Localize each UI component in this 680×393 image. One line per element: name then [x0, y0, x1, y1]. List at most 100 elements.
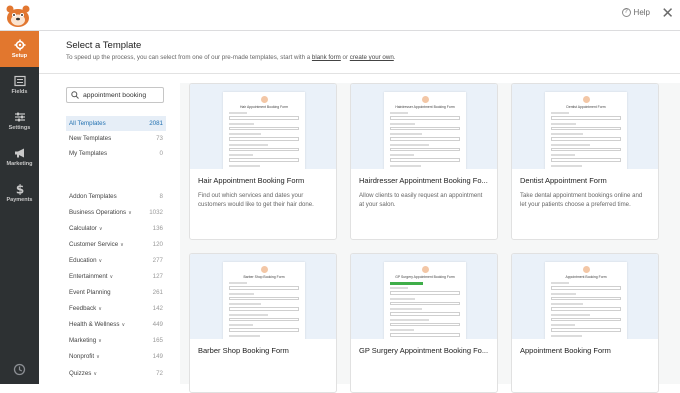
template-grid: Hair Appointment Booking Form Hair Appoin… — [180, 83, 680, 393]
template-name: Appointment Booking Form — [520, 346, 611, 355]
nav-settings[interactable]: Settings — [0, 103, 39, 139]
preview-label-line — [390, 308, 422, 310]
chevron-down-icon[interactable]: ∨ — [99, 226, 103, 232]
category-item[interactable]: Quizzes ∨ 72 — [66, 365, 166, 381]
category-my-templates[interactable]: My Templates 0 — [66, 146, 166, 161]
template-name: Barber Shop Booking Form — [198, 346, 289, 355]
chevron-down-icon[interactable]: ∨ — [121, 322, 125, 328]
preview-input-box — [551, 307, 621, 311]
template-description: Allow clients to easily request an appoi… — [359, 192, 483, 208]
category-label: Education — [69, 256, 97, 264]
preview-label-line — [551, 303, 583, 305]
svg-text:$: $ — [15, 183, 23, 195]
category-label-wrap: Feedback ∨ — [69, 305, 102, 312]
preview-label-line — [551, 324, 575, 326]
chevron-down-icon[interactable]: ∨ — [96, 354, 100, 360]
preview-input-box — [551, 158, 621, 162]
category-item[interactable]: Customer Service ∨ 120 — [66, 236, 166, 252]
preview-label-line — [229, 164, 260, 167]
preview-label-line — [551, 164, 582, 167]
chevron-down-icon[interactable]: ∨ — [98, 338, 102, 344]
template-card[interactable]: Barber Shop Booking Form Barber Shop Book… — [189, 253, 337, 393]
chevron-down-icon[interactable]: ∨ — [99, 258, 103, 264]
preview-input-box — [551, 286, 621, 290]
category-count: 261 — [152, 289, 163, 297]
category-label-wrap: Education ∨ — [69, 257, 102, 264]
preview-input-box — [551, 137, 621, 141]
template-selector: Select a Template To speed up the proces… — [39, 31, 680, 393]
category-list: Addon Templates 8 Business Operations ∨ 1032… — [66, 188, 166, 381]
preview-title: Barber Shop Booking Form — [243, 275, 285, 279]
category-item[interactable]: Calculator ∨ 136 — [66, 220, 166, 236]
nav-fields-label: Fields — [11, 89, 28, 95]
preview-input-box — [551, 296, 621, 300]
category-item[interactable]: Marketing ∨ 165 — [66, 333, 166, 349]
help-label: Help — [633, 8, 650, 17]
category-item[interactable]: Feedback ∨ 142 — [66, 301, 166, 317]
help-icon: ? — [621, 8, 631, 17]
form-logo-icon — [260, 96, 268, 103]
category-item[interactable]: Health & Wellness ∨ 449 — [66, 317, 166, 333]
search-value: appointment booking — [83, 91, 147, 99]
category-label: Entertainment — [69, 273, 108, 281]
chevron-down-icon[interactable]: ∨ — [120, 242, 124, 248]
preview-label-line — [229, 133, 261, 135]
wpforms-bear-logo — [6, 5, 30, 27]
create-your-own-link[interactable]: create your own — [350, 54, 394, 61]
template-search-input[interactable]: appointment booking — [66, 87, 164, 103]
history-icon[interactable] — [13, 363, 26, 376]
nav-setup[interactable]: Setup — [0, 31, 39, 67]
template-name: GP Surgery Appointment Booking Fo... — [359, 346, 489, 355]
category-new-templates[interactable]: New Templates 73 — [66, 131, 166, 146]
preview-title: GP Surgery Appointment Booking Form — [395, 275, 455, 279]
category-item[interactable]: Entertainment ∨ 127 — [66, 268, 166, 284]
builder-sidebar: Setup Fields Settings Marketing $ Paymen… — [0, 31, 39, 384]
chevron-down-icon[interactable]: ∨ — [110, 274, 114, 280]
template-card[interactable]: Appointment Booking Form Appointment Book… — [511, 253, 659, 393]
category-item[interactable]: Education ∨ 277 — [66, 252, 166, 268]
preview-label-line — [551, 282, 569, 284]
help-button[interactable]: ? Help — [621, 8, 650, 17]
category-sidebar: appointment booking All Templates 2081 N… — [66, 87, 166, 381]
close-button[interactable]: ✕ — [661, 4, 674, 24]
preview-input-box — [390, 116, 460, 120]
category-item[interactable]: Nonprofit ∨ 149 — [66, 349, 166, 365]
category-label-wrap: Customer Service ∨ — [69, 241, 124, 248]
blank-form-link[interactable]: blank form — [312, 54, 341, 61]
template-card[interactable]: Hairdresser Appointment Booking Form Hair… — [350, 83, 498, 240]
template-preview: Hairdresser Appointment Booking Form — [351, 84, 497, 169]
nav-setup-label: Setup — [11, 53, 28, 59]
category-item[interactable]: Addon Templates 8 — [66, 188, 166, 204]
template-name: Hairdresser Appointment Booking Fo... — [359, 176, 488, 185]
form-logo-icon — [582, 96, 590, 103]
category-label: All Templates — [69, 120, 106, 127]
preview-label-line — [390, 287, 408, 289]
preview-label-line — [229, 292, 254, 295]
preview-label-line — [229, 122, 254, 125]
nav-marketing[interactable]: Marketing — [0, 139, 39, 175]
category-label-wrap: Health & Wellness ∨ — [69, 321, 125, 328]
chevron-down-icon[interactable]: ∨ — [128, 210, 132, 216]
preview-label-line — [229, 282, 247, 284]
template-card[interactable]: Hair Appointment Booking Form Hair Appoin… — [189, 83, 337, 240]
fields-icon — [13, 75, 26, 87]
preview-input-box — [551, 147, 621, 151]
nav-fields[interactable]: Fields — [0, 67, 39, 103]
category-count: 136 — [152, 224, 163, 232]
preview-input-box — [390, 312, 460, 316]
chevron-down-icon[interactable]: ∨ — [98, 306, 102, 312]
chevron-down-icon[interactable]: ∨ — [93, 371, 97, 377]
search-icon — [71, 91, 79, 99]
category-item[interactable]: Event Planning 261 — [66, 285, 166, 301]
template-card[interactable]: Dentist Appointment Form Dentist Appointm… — [511, 83, 659, 240]
page-title: Select a Template — [66, 40, 142, 51]
category-label-wrap: Entertainment ∨ — [69, 273, 113, 280]
nav-payments[interactable]: $ Payments — [0, 175, 39, 211]
template-card[interactable]: GP Surgery Appointment Booking Form GP Su… — [350, 253, 498, 393]
form-logo-icon — [582, 266, 590, 273]
category-item[interactable]: Business Operations ∨ 1032 — [66, 204, 166, 220]
category-count: 142 — [152, 305, 163, 313]
preview-label-line — [551, 292, 576, 295]
preview-label-line — [551, 143, 590, 146]
category-all-templates[interactable]: All Templates 2081 — [66, 116, 166, 131]
